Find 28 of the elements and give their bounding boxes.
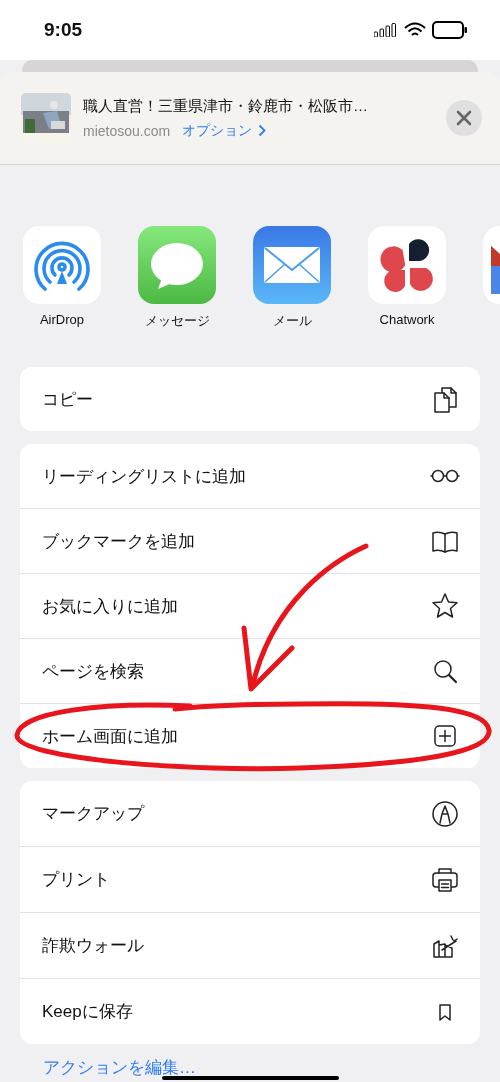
app-label: メール	[272, 312, 312, 330]
action-row[interactable]: プリント	[20, 846, 480, 912]
action-row[interactable]: 詐欺ウォール	[20, 912, 480, 978]
action-row[interactable]: リーディングリストに追加	[20, 444, 480, 508]
app-label: Chatwork	[379, 312, 435, 327]
action-row[interactable]: ブックマークを追加	[20, 508, 480, 573]
action-row[interactable]: お気に入りに追加	[20, 573, 480, 638]
action-row[interactable]: ページを検索	[20, 638, 480, 703]
page-title: 職人直営！三重県津市・鈴鹿市・松阪市…	[83, 96, 369, 116]
status-time: 9:05	[44, 19, 83, 41]
app-label: メッセージ	[144, 312, 210, 330]
action-row[interactable]: Keepに保存	[20, 978, 480, 1044]
battery-icon	[432, 21, 468, 39]
edit-actions-link[interactable]: アクションを編集…	[43, 1058, 500, 1078]
page-domain: mietosou.com	[83, 122, 171, 139]
close-button[interactable]	[446, 100, 482, 136]
signal-icon	[374, 23, 398, 37]
action-row[interactable]: コピー	[20, 367, 480, 431]
action-row[interactable]: ホーム画面に追加	[20, 703, 480, 768]
app-label: AirDrop	[39, 312, 85, 327]
close-icon	[456, 110, 472, 126]
chevron-right-icon	[258, 124, 267, 137]
app-icon[interactable]	[368, 226, 446, 304]
wifi-icon	[404, 22, 426, 38]
action-row[interactable]: マークアップ	[20, 781, 480, 846]
star-icon	[430, 591, 460, 621]
options-link[interactable]: オプション	[182, 121, 253, 140]
markup-icon	[430, 798, 460, 829]
